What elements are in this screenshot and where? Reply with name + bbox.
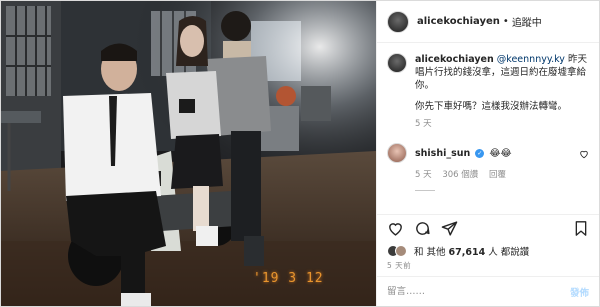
caption-line1: alicekochiayen @keennnyy.ky 昨天唱片行找的錢沒拿，這… bbox=[415, 53, 589, 92]
comments-section: alicekochiayen @keennnyy.ky 昨天唱片行找的錢沒拿，這… bbox=[377, 43, 599, 214]
comment-likes[interactable]: 306 個讚 bbox=[442, 170, 478, 180]
caption-mention[interactable]: @keennnyy.ky bbox=[497, 54, 565, 65]
comment-like-heart-icon[interactable] bbox=[579, 144, 589, 163]
likes-count: 67,614 bbox=[448, 247, 486, 258]
view-replies-line[interactable] bbox=[415, 190, 435, 191]
post-side-panel: alicekochiayen • 追蹤中 alicekochiayen @kee… bbox=[376, 1, 599, 306]
comment-item: shishi_sun ✓ 😂😂 bbox=[387, 143, 589, 163]
share-icon[interactable] bbox=[441, 220, 458, 237]
instagram-post: '19 3 12 alicekochiayen • 追蹤中 alicekochi… bbox=[0, 0, 600, 307]
add-comment-input[interactable] bbox=[387, 286, 570, 297]
comment-reply-button[interactable]: 回覆 bbox=[489, 170, 506, 180]
photo-date-stamp: '19 3 12 bbox=[253, 271, 324, 286]
post-photo[interactable]: '19 3 12 bbox=[1, 1, 376, 306]
post-time[interactable]: 5 天前 bbox=[377, 260, 599, 276]
verified-badge-icon: ✓ bbox=[475, 148, 485, 158]
post-header: alicekochiayen • 追蹤中 bbox=[377, 1, 599, 43]
likes-suffix: 人 都說讚 bbox=[485, 247, 530, 258]
caption-time[interactable]: 5 天 bbox=[415, 118, 589, 131]
following-button[interactable]: 追蹤中 bbox=[512, 14, 542, 29]
comment-text: 😂😂 bbox=[489, 147, 512, 159]
post-comment-button[interactable]: 發佈 bbox=[570, 285, 589, 299]
likes-prefix: 和 其他 bbox=[414, 247, 449, 258]
comment-time[interactable]: 5 天 bbox=[415, 170, 432, 180]
commenter-avatar[interactable] bbox=[387, 143, 407, 163]
photo-scene bbox=[1, 1, 376, 306]
action-bar bbox=[377, 214, 599, 242]
separator-dot: • bbox=[502, 16, 509, 27]
likes-text[interactable]: 和 其他 67,614 人 都說讚 bbox=[414, 244, 529, 258]
liker-avatar[interactable] bbox=[395, 245, 407, 257]
comment-icon[interactable] bbox=[414, 220, 431, 237]
caption-username[interactable]: alicekochiayen bbox=[415, 54, 494, 65]
comment-meta: 5 天 306 個讚 回覆 bbox=[415, 168, 589, 180]
commenter-username[interactable]: shishi_sun bbox=[415, 148, 470, 159]
caption-author-avatar[interactable] bbox=[387, 53, 407, 73]
heart-icon[interactable] bbox=[387, 220, 404, 237]
author-avatar[interactable] bbox=[387, 10, 409, 33]
likes-summary[interactable]: 和 其他 67,614 人 都說讚 bbox=[377, 242, 599, 260]
author-username[interactable]: alicekochiayen bbox=[417, 16, 500, 27]
bookmark-icon[interactable] bbox=[573, 220, 589, 237]
comment-body: shishi_sun ✓ 😂😂 bbox=[415, 147, 579, 160]
caption-body: alicekochiayen @keennnyy.ky 昨天唱片行找的錢沒拿，這… bbox=[415, 53, 589, 131]
caption-text2: 你先下車好嗎？這樣我沒辦法轉彎。 bbox=[415, 101, 568, 112]
caption: alicekochiayen @keennnyy.ky 昨天唱片行找的錢沒拿，這… bbox=[387, 53, 589, 131]
add-comment-bar: 發佈 bbox=[377, 276, 599, 306]
